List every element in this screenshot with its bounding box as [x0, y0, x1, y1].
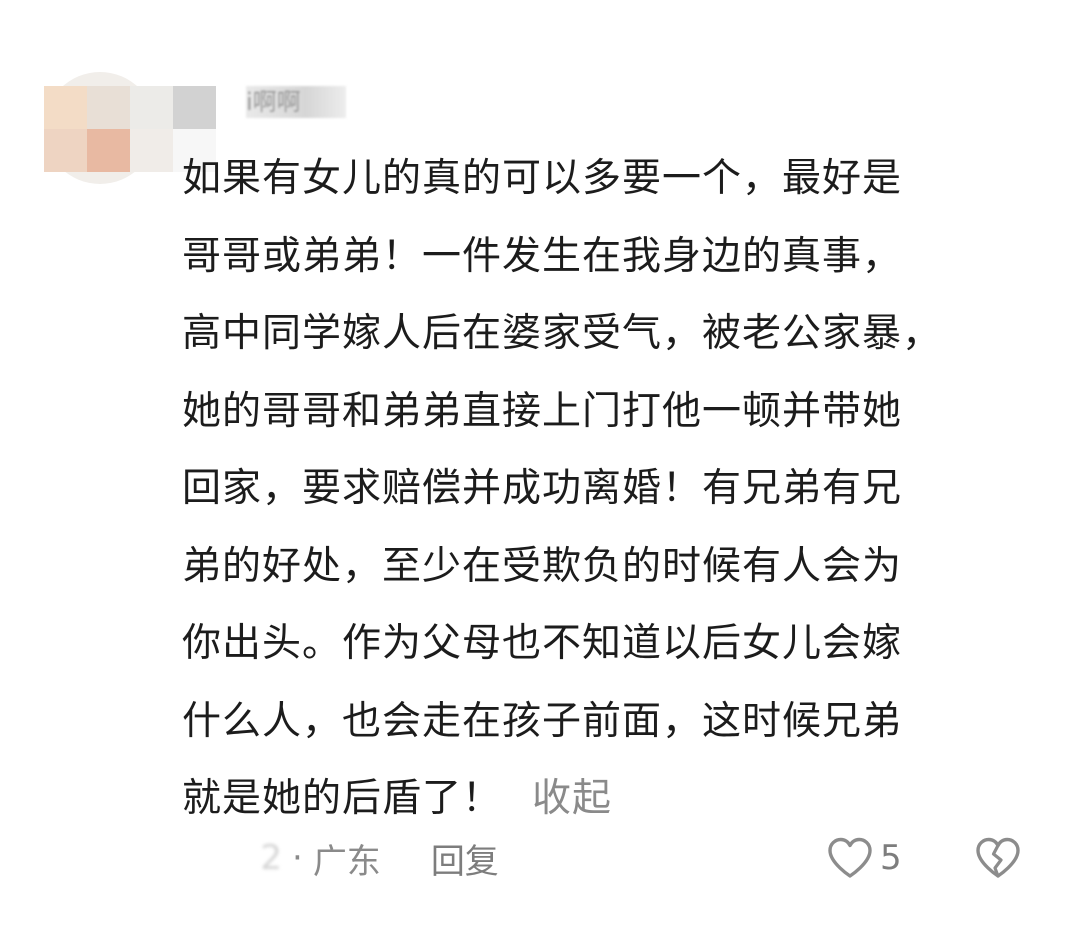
comment-line: 哥哥或弟弟！一件发生在我身边的真事，	[182, 233, 903, 279]
comment-time: 2	[260, 838, 282, 878]
heart-outline-icon	[826, 836, 874, 880]
like-count: 5	[880, 838, 902, 878]
comment-line: 她的哥哥和弟弟直接上门打他一顿并带她	[182, 388, 903, 434]
comment-line: 如果有女儿的真的可以多要一个，最好是	[182, 156, 903, 201]
username[interactable]: i啊啊	[246, 86, 346, 118]
comment-location: 广东	[312, 841, 381, 882]
comment-line: 就是她的后盾了！	[182, 776, 503, 821]
like-button[interactable]: 5	[826, 832, 902, 884]
collapse-button[interactable]: 收起	[532, 776, 612, 821]
reply-button[interactable]: 回复	[431, 834, 499, 883]
meta-separator: ·	[292, 838, 303, 878]
comment-line: 什么人，也会走在孩子前面，这时候兄弟	[182, 698, 903, 744]
dislike-button[interactable]	[974, 832, 1024, 884]
broken-heart-icon	[974, 832, 1024, 884]
comment-last-line: 就是她的后盾了！ 收起	[182, 760, 1042, 838]
comment-text: 如果有女儿的真的可以多要一个，最好是 哥哥或弟弟！一件发生在我身边的真事， 高中…	[182, 140, 1042, 838]
comment-line: 回家，要求赔偿并成功离婚！有兄弟有兄	[182, 466, 903, 511]
comment-line: 弟的好处，至少在受欺负的时候有人会为	[182, 543, 903, 589]
comment-line: 你出头。作为父母也不知道以后女儿会嫁	[182, 621, 903, 666]
comment-item: i啊啊 如果有女儿的真的可以多要一个，最好是 哥哥或弟弟！一件发生在我身边的真事…	[0, 0, 1080, 925]
comment-line: 高中同学嫁人后在婆家受气，被老公家暴，	[182, 311, 943, 356]
comment-meta: 2 · 广东 回复	[182, 832, 499, 884]
